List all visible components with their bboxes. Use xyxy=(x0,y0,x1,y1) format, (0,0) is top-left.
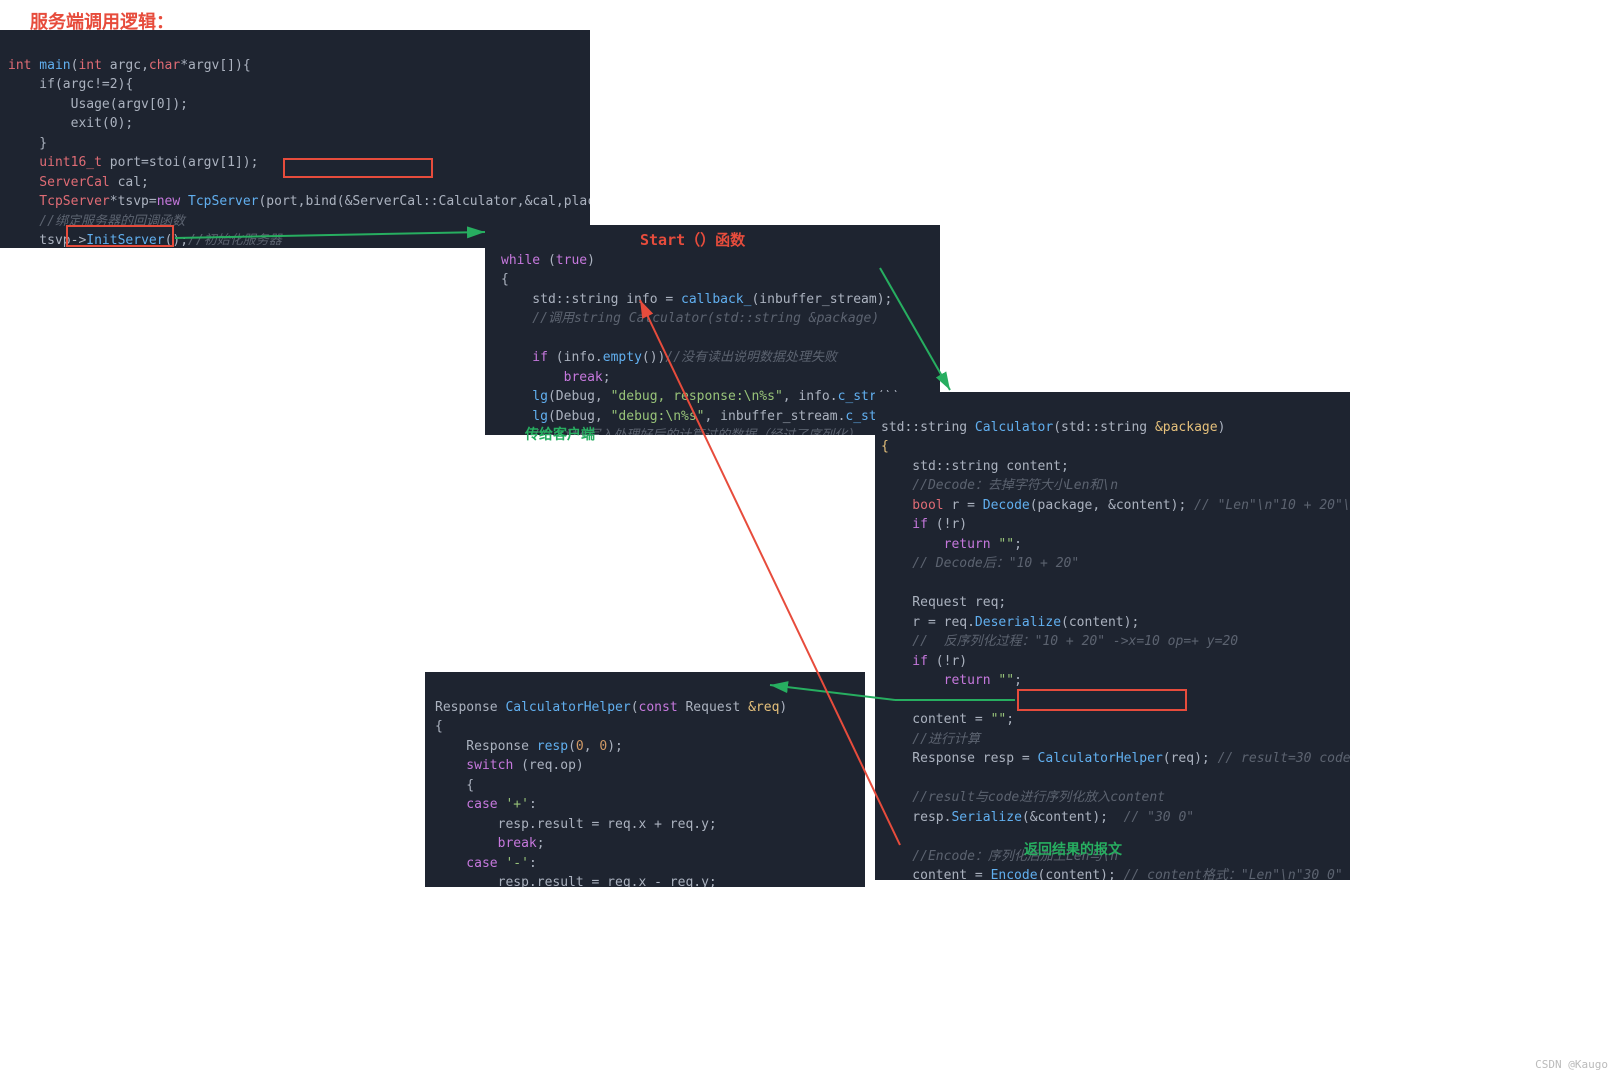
code-block-start: while (true) { std::string info = callba… xyxy=(485,225,940,435)
label-return-client: 传给客户端 xyxy=(525,424,595,444)
code-block-calculator: std::string Calculator(std::string &pack… xyxy=(875,392,1350,880)
label-start-fn: Start（）函数 xyxy=(640,229,745,250)
watermark: CSDN @Kaugo xyxy=(1535,1058,1608,1071)
code-block-main: int main(int argc,char*argv[]){ if(argc!… xyxy=(0,30,590,248)
label-result-msg: 返回结果的报文 xyxy=(1024,839,1122,859)
code-block-helper: Response CalculatorHelper(const Request … xyxy=(425,672,865,887)
